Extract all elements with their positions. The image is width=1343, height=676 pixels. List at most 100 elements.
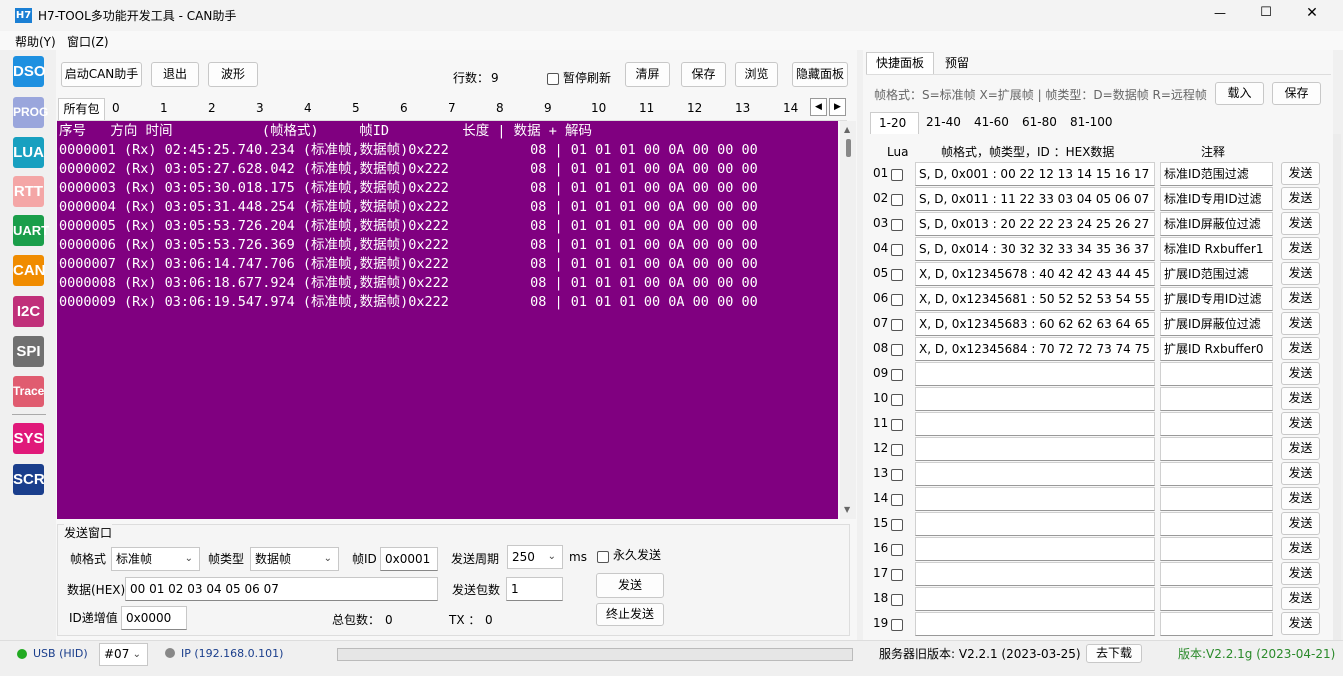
frame-hex-input[interactable]: X, D, 0x12345681 : 50 52 52 53 54 55 56 <box>915 287 1155 311</box>
quick-send-button[interactable]: 发送 <box>1281 262 1320 285</box>
packet-tab-9[interactable]: 9 <box>544 98 552 120</box>
clear-button[interactable]: 清屏 <box>625 62 670 87</box>
note-input[interactable] <box>1160 437 1273 461</box>
maximize-button[interactable]: ☐ <box>1251 5 1281 20</box>
frame-type-select[interactable]: 数据帧 ⌄ <box>250 547 339 571</box>
packet-tab-11[interactable]: 11 <box>639 98 654 120</box>
quick-send-button[interactable]: 发送 <box>1281 562 1320 585</box>
quick-send-button[interactable]: 发送 <box>1281 162 1320 185</box>
note-input[interactable] <box>1160 562 1273 586</box>
send-button[interactable]: 发送 <box>596 573 664 598</box>
wave-button[interactable]: 波形 <box>208 62 258 87</box>
tab-quick-panel[interactable]: 快捷面板 <box>866 52 934 74</box>
frame-hex-input[interactable] <box>915 587 1155 611</box>
quick-send-button[interactable]: 发送 <box>1281 362 1320 385</box>
packet-tab-0[interactable]: 0 <box>112 98 120 120</box>
quick-send-button[interactable]: 发送 <box>1281 612 1320 635</box>
frame-hex-input[interactable] <box>915 612 1155 636</box>
frame-hex-input[interactable]: S, D, 0x013 : 20 22 22 23 24 25 26 27 <box>915 212 1155 236</box>
device-select[interactable]: #07 ⌄ <box>99 643 148 666</box>
packet-tab-7[interactable]: 7 <box>448 98 456 120</box>
note-input[interactable] <box>1160 387 1273 411</box>
start-can-button[interactable]: 启动CAN助手 <box>61 62 142 87</box>
sidebar-prog[interactable]: PROG <box>13 97 48 128</box>
packet-tab-12[interactable]: 12 <box>687 98 702 120</box>
scroll-down-icon[interactable]: ▼ <box>844 505 850 514</box>
close-button[interactable]: ✕ <box>1297 5 1327 21</box>
lua-checkbox[interactable] <box>891 492 903 506</box>
packet-tab-3[interactable]: 3 <box>256 98 264 120</box>
packet-tab-4[interactable]: 4 <box>304 98 312 120</box>
quick-send-button[interactable]: 发送 <box>1281 487 1320 510</box>
frame-hex-input[interactable]: X, D, 0x12345684 : 70 72 72 73 74 75 76 <box>915 337 1155 361</box>
quick-send-button[interactable]: 发送 <box>1281 212 1320 235</box>
packet-tab-6[interactable]: 6 <box>400 98 408 120</box>
forever-checkbox[interactable] <box>597 549 609 563</box>
frame-hex-input[interactable] <box>915 512 1155 536</box>
frame-hex-input[interactable]: X, D, 0x12345678 : 40 42 42 43 44 45 46 <box>915 262 1155 286</box>
frame-hex-input[interactable]: S, D, 0x001 : 00 22 12 13 14 15 16 17 <box>915 162 1155 186</box>
lua-checkbox[interactable] <box>891 417 903 431</box>
lua-checkbox[interactable] <box>891 217 903 231</box>
packet-tab-1[interactable]: 1 <box>160 98 168 120</box>
lua-checkbox[interactable] <box>891 317 903 331</box>
note-input[interactable] <box>1160 512 1273 536</box>
count-input[interactable]: 1 <box>506 577 563 601</box>
log-scrollbar[interactable]: ▲ ▼ <box>840 121 856 519</box>
note-input[interactable] <box>1160 612 1273 636</box>
quick-send-button[interactable]: 发送 <box>1281 437 1320 460</box>
note-input[interactable] <box>1160 412 1273 436</box>
menu-help[interactable]: 帮助(Y) <box>15 33 56 50</box>
packet-tab-2[interactable]: 2 <box>208 98 216 120</box>
page-tab-1-20[interactable]: 1-20 <box>870 112 919 134</box>
lua-checkbox[interactable] <box>891 267 903 281</box>
note-input[interactable]: 标准ID Rxbuffer1 <box>1160 237 1273 261</box>
quick-send-button[interactable]: 发送 <box>1281 462 1320 485</box>
quick-send-button[interactable]: 发送 <box>1281 312 1320 335</box>
note-input[interactable] <box>1160 587 1273 611</box>
sidebar-rtt[interactable]: RTT <box>13 176 44 207</box>
sidebar-lua[interactable]: LUA <box>13 137 44 168</box>
quick-send-button[interactable]: 发送 <box>1281 337 1320 360</box>
note-input[interactable]: 扩展ID专用ID过滤 <box>1160 287 1273 311</box>
quick-send-button[interactable]: 发送 <box>1281 287 1320 310</box>
lua-checkbox[interactable] <box>891 617 903 631</box>
note-input[interactable]: 标准ID范围过滤 <box>1160 162 1273 186</box>
frame-hex-input[interactable] <box>915 437 1155 461</box>
lua-checkbox[interactable] <box>891 442 903 456</box>
quick-send-button[interactable]: 发送 <box>1281 587 1320 610</box>
frame-hex-input[interactable] <box>915 412 1155 436</box>
frame-hex-input[interactable] <box>915 487 1155 511</box>
tab-reserved[interactable]: 预留 <box>936 54 978 74</box>
browse-button[interactable]: 浏览 <box>735 62 778 87</box>
stop-send-button[interactable]: 终止发送 <box>596 603 664 626</box>
sidebar-i2c[interactable]: I2C <box>13 296 44 327</box>
packet-tab-all[interactable]: 所有包 <box>58 98 105 120</box>
lua-checkbox[interactable] <box>891 367 903 381</box>
hide-panel-button[interactable]: 隐藏面板 <box>792 62 848 87</box>
sidebar-scr[interactable]: SCR <box>13 464 45 495</box>
data-hex-input[interactable]: 00 01 02 03 04 05 06 07 <box>125 577 438 601</box>
frame-id-input[interactable]: 0x0001 <box>380 547 438 571</box>
quick-send-button[interactable]: 发送 <box>1281 412 1320 435</box>
tab-scroll-right-icon[interactable]: ▶ <box>829 98 846 116</box>
lua-checkbox[interactable] <box>891 192 903 206</box>
frame-hex-input[interactable] <box>915 537 1155 561</box>
scroll-up-icon[interactable]: ▲ <box>844 125 850 134</box>
frame-hex-input[interactable]: X, D, 0x12345683 : 60 62 62 63 64 65 66 <box>915 312 1155 336</box>
note-input[interactable] <box>1160 537 1273 561</box>
frame-hex-input[interactable]: S, D, 0x011 : 11 22 33 03 04 05 06 07 <box>915 187 1155 211</box>
quick-scrollbar[interactable] <box>1333 134 1341 640</box>
note-input[interactable] <box>1160 487 1273 511</box>
pause-checkbox[interactable] <box>547 71 559 85</box>
quick-send-button[interactable]: 发送 <box>1281 512 1320 535</box>
note-input[interactable]: 扩展ID屏蔽位过滤 <box>1160 312 1273 336</box>
lua-checkbox[interactable] <box>891 517 903 531</box>
note-input[interactable]: 标准ID屏蔽位过滤 <box>1160 212 1273 236</box>
save-button[interactable]: 保存 <box>681 62 726 87</box>
sidebar-trace[interactable]: Trace <box>13 376 44 407</box>
sidebar-sys[interactable]: SYS <box>13 423 44 454</box>
packet-tab-13[interactable]: 13 <box>735 98 750 120</box>
quick-save-button[interactable]: 保存 <box>1272 82 1321 105</box>
frame-hex-input[interactable] <box>915 362 1155 386</box>
